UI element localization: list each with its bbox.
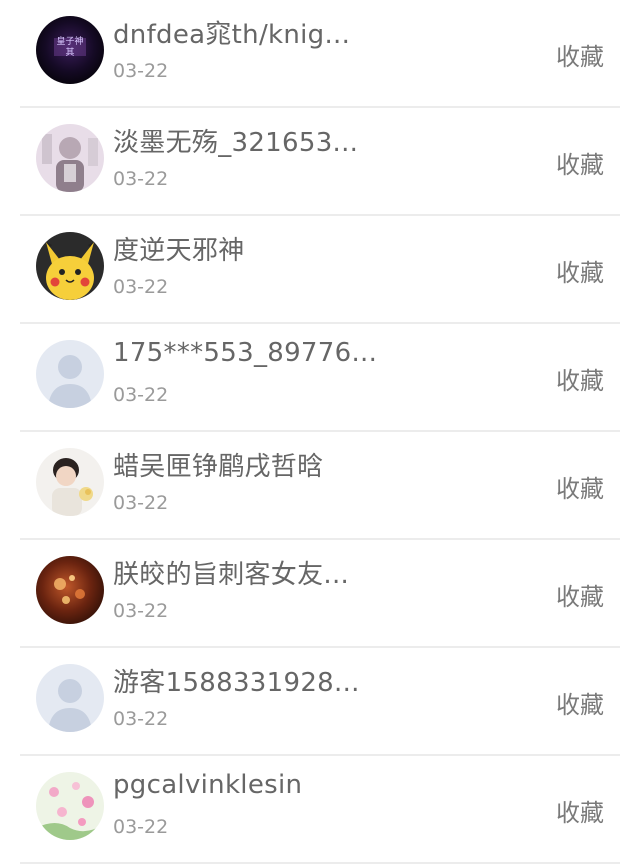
list-item[interactable]: 度逆天邪神 03-22 收藏 xyxy=(0,216,640,324)
username: 蜡吴匣铮鹛戌哲晗 xyxy=(113,452,324,482)
favorite-button[interactable]: 收藏 xyxy=(556,577,604,612)
pikachu-avatar-icon xyxy=(36,232,104,300)
avatar[interactable]: 皇子神 其 xyxy=(36,16,104,84)
avatar[interactable] xyxy=(36,772,104,840)
avatar[interactable] xyxy=(36,124,104,192)
child-photo-avatar-icon xyxy=(36,448,104,516)
default-user-avatar-icon xyxy=(36,664,104,732)
timestamp: 03-22 xyxy=(113,384,169,406)
avatar[interactable] xyxy=(36,448,104,516)
avatar-caption: 皇子神 其 xyxy=(56,37,84,58)
warm-lights-avatar-icon xyxy=(36,556,104,624)
favorite-button[interactable]: 收藏 xyxy=(556,793,604,828)
avatar[interactable] xyxy=(36,232,104,300)
timestamp: 03-22 xyxy=(113,600,169,622)
favorite-button[interactable]: 收藏 xyxy=(556,685,604,720)
avatar[interactable] xyxy=(36,340,104,408)
username: 175***553_89776... xyxy=(113,338,378,368)
timestamp: 03-22 xyxy=(113,168,169,190)
timestamp: 03-22 xyxy=(113,708,169,730)
list-item[interactable]: pgcalvinklesin 03-22 收藏 xyxy=(0,756,640,864)
person-photo-avatar-icon xyxy=(36,124,104,192)
favorite-button[interactable]: 收藏 xyxy=(556,361,604,396)
divider xyxy=(20,862,620,864)
list-item[interactable]: 175***553_89776... 03-22 收藏 xyxy=(0,324,640,432)
timestamp: 03-22 xyxy=(113,816,169,838)
list-item[interactable]: 淡墨无殇_321653... 03-22 收藏 xyxy=(0,108,640,216)
username: pgcalvinklesin xyxy=(113,770,303,800)
list-item[interactable]: 朕皎的旨刺客女友... 03-22 收藏 xyxy=(0,540,640,648)
favorite-button[interactable]: 收藏 xyxy=(556,37,604,72)
username: 游客1588331928... xyxy=(113,668,360,698)
favorite-button[interactable]: 收藏 xyxy=(556,469,604,504)
list-item[interactable]: 游客1588331928... 03-22 收藏 xyxy=(0,648,640,756)
user-list: 皇子神 其 dnfdea窕th/knig... 03-22 收藏 淡墨无殇_32… xyxy=(0,0,640,865)
username: 度逆天邪神 xyxy=(113,236,245,266)
favorite-button[interactable]: 收藏 xyxy=(556,145,604,180)
flowers-avatar-icon xyxy=(36,772,104,840)
username: 朕皎的旨刺客女友... xyxy=(113,560,350,590)
timestamp: 03-22 xyxy=(113,276,169,298)
timestamp: 03-22 xyxy=(113,492,169,514)
default-user-avatar-icon xyxy=(36,340,104,408)
timestamp: 03-22 xyxy=(113,60,169,82)
avatar[interactable] xyxy=(36,556,104,624)
list-item[interactable]: 蜡吴匣铮鹛戌哲晗 03-22 收藏 xyxy=(0,432,640,540)
avatar[interactable] xyxy=(36,664,104,732)
username: dnfdea窕th/knig... xyxy=(113,20,351,50)
favorite-button[interactable]: 收藏 xyxy=(556,253,604,288)
username: 淡墨无殇_321653... xyxy=(113,128,359,158)
list-item[interactable]: 皇子神 其 dnfdea窕th/knig... 03-22 收藏 xyxy=(0,0,640,108)
